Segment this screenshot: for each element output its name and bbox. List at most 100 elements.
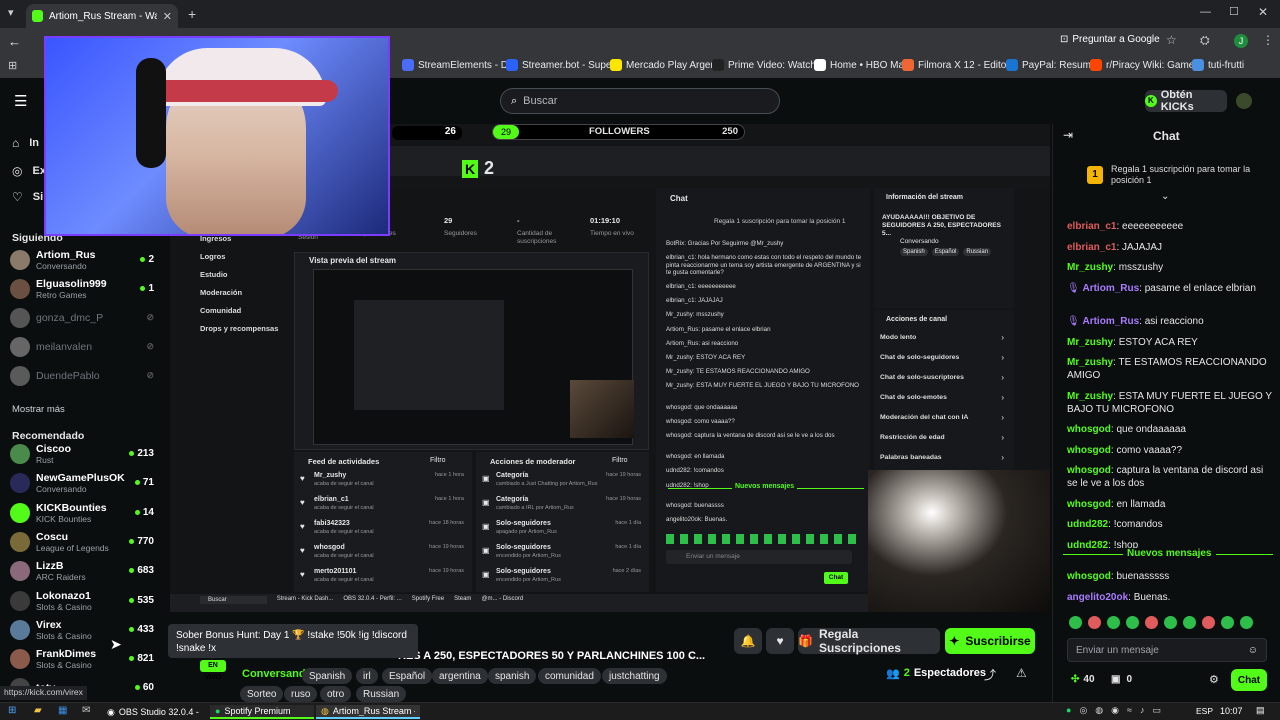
stream-tag[interactable]: Spanish — [302, 668, 353, 684]
chat-username[interactable]: whosgod — [1067, 465, 1111, 476]
search-input[interactable]: ⌕ Buscar — [500, 88, 780, 114]
tray-spotify-icon[interactable]: ● — [1066, 705, 1071, 716]
tray-steam-icon[interactable]: ◎ — [1079, 705, 1087, 716]
taskbar-obs[interactable]: ◉OBS Studio 32.0.4 - P... — [102, 705, 206, 719]
stream-tag[interactable]: irl — [356, 668, 378, 684]
recommended-channel[interactable]: LizzB ARC Raiders 683 — [10, 557, 162, 585]
chat-username[interactable]: whosgod — [1067, 424, 1111, 435]
chat-pinned-toggle-icon[interactable]: ⌄ — [1161, 191, 1169, 202]
tray-chrome-icon[interactable]: ◍ — [1095, 705, 1103, 716]
following-channel[interactable]: Artiom_Rus Conversando 2 — [10, 246, 162, 274]
ask-google-button[interactable]: ⊡ Preguntar a Google — [1060, 34, 1160, 45]
following-channel[interactable]: meilanvalen ⊘ — [10, 333, 162, 361]
chat-input[interactable]: Enviar un mensaje ☺ — [1067, 638, 1267, 662]
new-tab-icon[interactable]: + — [188, 6, 196, 22]
chat-username[interactable]: Mr_zushy — [1067, 357, 1113, 368]
recommended-channel[interactable]: Coscu League of Legends 770 — [10, 528, 162, 556]
notification-icon[interactable]: ▤ — [1256, 705, 1265, 716]
report-icon[interactable]: ⚠ — [1016, 666, 1027, 680]
bookmark-item[interactable]: PayPal: Resumen — [1006, 59, 1102, 71]
stream-tag[interactable]: Sorteo — [240, 686, 284, 702]
kicks-balance[interactable]: ✣ 40 — [1071, 674, 1095, 685]
chat-username[interactable]: Artiom_Rus — [1082, 316, 1139, 327]
star-icon[interactable]: ☆ — [1166, 33, 1177, 47]
nav-home[interactable]: ⌂ In — [12, 136, 39, 150]
browser-tab[interactable]: Artiom_Rus Stream - Watch Liv ✕ — [26, 4, 178, 28]
bookmark-item[interactable]: Streamer.bot - Supe... — [506, 59, 620, 71]
extensions-icon[interactable]: ⛭ — [1200, 33, 1210, 48]
emote-icon[interactable] — [1145, 616, 1158, 629]
stream-tag[interactable]: ruso — [284, 686, 318, 702]
stream-tag[interactable]: comunidad — [538, 668, 601, 684]
calendar-icon[interactable]: ▦ — [58, 705, 67, 716]
close-window-icon[interactable]: ✕ — [1258, 5, 1268, 19]
emote-icon[interactable] — [1126, 616, 1139, 629]
tab-search-icon[interactable]: ▾ — [8, 6, 14, 19]
bookmark-item[interactable]: Filmora X 12 - Edito... — [902, 59, 1015, 71]
stream-tag[interactable]: Español — [382, 668, 433, 684]
tray-wifi-icon[interactable]: ≈ — [1127, 705, 1132, 716]
chat-username[interactable]: whosgod — [1067, 571, 1111, 582]
tray-obs-icon[interactable]: ◉ — [1111, 705, 1119, 716]
emote-icon[interactable] — [1202, 616, 1215, 629]
bookmark-item[interactable]: r/Piracy Wiki: Game... — [1090, 59, 1203, 71]
emote-icon[interactable] — [1088, 616, 1101, 629]
chat-username[interactable]: udnd282 — [1067, 519, 1108, 530]
bookmark-item[interactable]: Mercado Play Argen... — [610, 59, 724, 71]
recommended-channel[interactable]: Lokonazo1 Slots & Casino 535 — [10, 587, 162, 615]
points-balance[interactable]: ▣ 0 — [1111, 674, 1132, 685]
stream-tag[interactable]: argentina — [432, 668, 488, 684]
following-channel[interactable]: gonza_dmc_P ⊘ — [10, 304, 162, 332]
hamburger-menu-icon[interactable]: ☰ — [14, 92, 27, 110]
emote-icon[interactable] — [1183, 616, 1196, 629]
following-channel[interactable]: DuendePablo ⊘ — [10, 362, 162, 390]
recommended-channel[interactable]: NewGamePlusOK Conversando 71 — [10, 469, 162, 497]
following-channel[interactable]: Elguasolin999 Retro Games 1 — [10, 275, 162, 303]
chat-settings-icon[interactable]: ⚙ — [1209, 673, 1219, 686]
emote-icon[interactable] — [1240, 616, 1253, 629]
title-expand-icon[interactable]: ⌄ — [688, 649, 697, 662]
taskbar-browser[interactable]: ◍Artiom_Rus Stream -... — [316, 705, 420, 719]
taskbar-clock[interactable]: 10:07 — [1220, 706, 1243, 716]
back-icon[interactable]: ← — [8, 34, 21, 49]
stream-tag[interactable]: spanish — [488, 668, 537, 684]
chat-username[interactable]: angelito20ok — [1067, 592, 1128, 603]
user-avatar[interactable] — [1236, 93, 1252, 109]
recommended-channel[interactable]: KICKBounties KICK Bounties 14 — [10, 499, 162, 527]
mail-icon[interactable]: ✉ — [82, 705, 90, 716]
notifications-button[interactable]: 🔔 — [734, 628, 762, 654]
tab-close-icon[interactable]: ✕ — [163, 10, 172, 23]
chat-username[interactable]: whosgod — [1067, 499, 1111, 510]
stream-tag[interactable]: otro — [320, 686, 352, 702]
chat-username[interactable]: udnd282 — [1067, 540, 1108, 551]
chat-send-button[interactable]: Chat — [1231, 669, 1267, 691]
nav-explore[interactable]: ◎ Ex — [12, 164, 46, 178]
tray-battery-icon[interactable]: ▭ — [1152, 705, 1161, 716]
recommended-channel[interactable]: Ciscoo Rust 213 — [10, 440, 162, 468]
chat-username[interactable]: Mr_zushy — [1067, 262, 1113, 273]
get-kicks-button[interactable]: K Obtén KICKs — [1145, 89, 1227, 113]
bookmark-item[interactable]: tuti-frutti — [1192, 59, 1244, 71]
show-more-link[interactable]: Mostrar más — [12, 404, 65, 415]
file-explorer-icon[interactable]: ▰ — [34, 705, 42, 716]
chat-username[interactable]: Mr_zushy — [1067, 337, 1113, 348]
emote-icon[interactable] — [1221, 616, 1234, 629]
nav-following[interactable]: ♡ Si — [12, 190, 43, 204]
chat-username[interactable]: elbrian_c1 — [1067, 221, 1116, 232]
recommended-channel[interactable]: Virex Slots & Casino 433 — [10, 616, 162, 644]
browser-menu-icon[interactable]: ⋮ — [1262, 33, 1274, 47]
follow-heart-button[interactable]: ♥ — [766, 628, 794, 654]
apps-grid-icon[interactable]: ⊞ — [8, 59, 17, 72]
emote-icon[interactable] — [1069, 616, 1082, 629]
gift-subs-button[interactable]: 🎁 Regala Suscripciones — [798, 627, 940, 655]
tray-volume-icon[interactable]: ♪ — [1140, 705, 1145, 716]
emote-icon[interactable] — [1164, 616, 1177, 629]
recommended-channel[interactable]: FrankDimes Slots & Casino 821 — [10, 645, 162, 673]
subscribe-button[interactable]: ✦ Suscribirse — [945, 628, 1035, 654]
stream-tag[interactable]: Russian — [356, 686, 407, 702]
chat-collapse-icon[interactable]: ⇥ — [1063, 128, 1073, 142]
windows-start-icon[interactable]: ⊞ — [8, 705, 16, 716]
stream-tag[interactable]: justchatting — [602, 668, 667, 684]
chat-username[interactable]: Mr_zushy — [1067, 391, 1113, 402]
minimize-icon[interactable]: — — [1200, 6, 1211, 18]
